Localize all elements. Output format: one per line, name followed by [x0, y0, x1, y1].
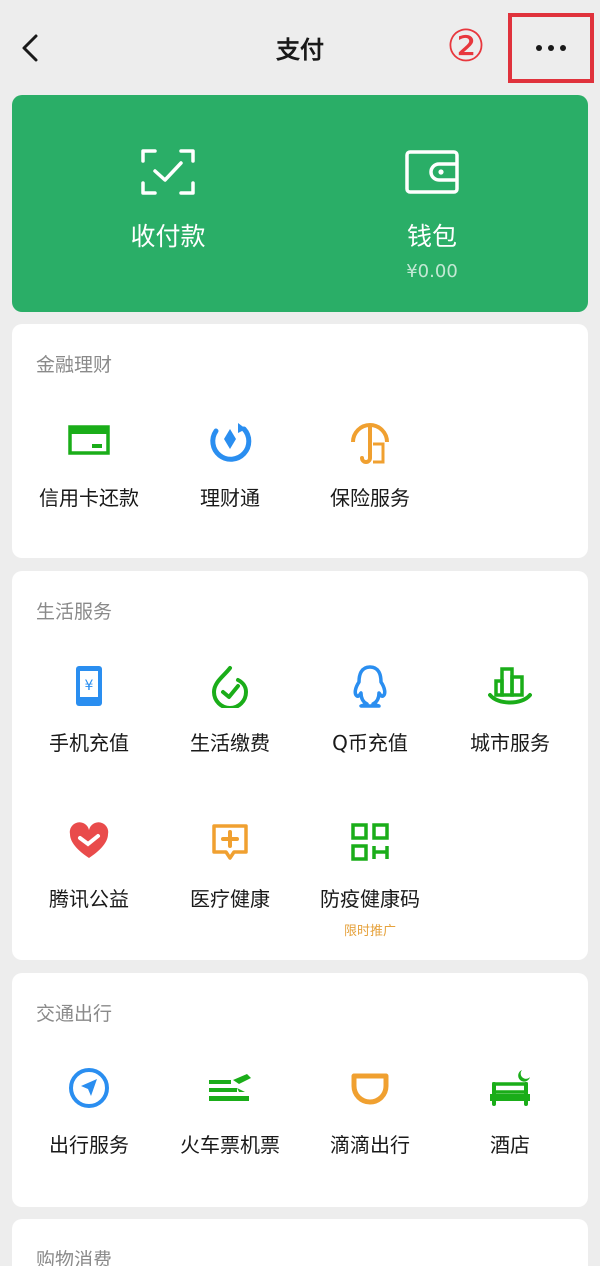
qq-penguin-icon: [353, 665, 387, 708]
pay-card: 收付款 钱包 ¥0.00: [12, 95, 588, 312]
didi-icon: [351, 1073, 389, 1105]
service-wealth[interactable]: 理财通: [160, 416, 300, 511]
charity-heart-icon: [69, 822, 109, 858]
hotel-bed-icon: [490, 1070, 530, 1106]
svg-text:¥: ¥: [85, 678, 94, 694]
step-marker: ②: [446, 21, 486, 72]
service-city-services[interactable]: 城市服务: [440, 661, 580, 756]
section-title: 生活服务: [36, 601, 113, 623]
service-label: Q币充值: [332, 731, 408, 755]
qr-health-code-icon: [351, 823, 389, 861]
utility-payment-icon: [211, 666, 249, 708]
insurance-umbrella-icon: [351, 423, 389, 464]
more-dots-icon: [536, 45, 566, 51]
service-label: 酒店: [490, 1133, 530, 1157]
medical-cross-icon: [212, 824, 248, 860]
scan-frame-check-icon: [141, 149, 195, 195]
service-phone-recharge[interactable]: ¥ 手机充值: [19, 661, 159, 756]
service-didi[interactable]: 滴滴出行: [300, 1063, 440, 1158]
city-buildings-icon: [488, 667, 532, 705]
service-label: 信用卡还款: [39, 486, 139, 510]
receive-payment-button[interactable]: 收付款: [68, 147, 268, 253]
service-label: 手机充值: [49, 731, 129, 755]
receive-payment-label: 收付款: [130, 222, 206, 251]
promo-badge: 限时推广: [343, 924, 396, 939]
wallet-icon: [405, 150, 459, 194]
service-label: 医疗健康: [190, 887, 270, 911]
train-plane-icon: [209, 1074, 251, 1101]
phone-recharge-icon: ¥: [76, 666, 102, 706]
service-health-code[interactable]: 防疫健康码 限时推广: [300, 817, 440, 939]
credit-card-icon: [68, 425, 110, 455]
service-travel[interactable]: 出行服务: [19, 1063, 159, 1158]
section-title: 金融理财: [36, 354, 113, 376]
service-utility-payment[interactable]: 生活缴费: [160, 661, 300, 756]
top-nav-bar: 支付 ②: [0, 0, 600, 94]
service-label: 理财通: [200, 486, 260, 510]
service-label: 城市服务: [470, 731, 550, 755]
section-transport: 交通出行 出行服务 火车票机票 滴滴出行 酒店: [12, 973, 588, 1207]
service-train-flight-tickets[interactable]: 火车票机票: [160, 1063, 300, 1158]
navigation-arrow-icon: [69, 1068, 109, 1108]
wallet-label: 钱包: [406, 222, 457, 251]
more-options-button[interactable]: [508, 13, 594, 83]
wealth-icon: [210, 423, 252, 462]
service-label: 生活缴费: [190, 731, 270, 755]
service-label: 防疫健康码: [320, 887, 420, 911]
section-finance: 金融理财 信用卡还款 理财通 保险服务: [12, 324, 588, 558]
service-label: 出行服务: [49, 1133, 129, 1157]
section-shopping: 购物消费: [12, 1219, 588, 1266]
section-title: 购物消费: [36, 1249, 113, 1266]
wallet-button[interactable]: 钱包 ¥0.00: [332, 147, 532, 282]
section-title: 交通出行: [36, 1003, 113, 1025]
service-q-coin-recharge[interactable]: Q币充值: [300, 661, 440, 756]
service-label: 火车票机票: [180, 1133, 280, 1157]
wallet-balance: ¥0.00: [406, 261, 458, 282]
service-medical-health[interactable]: 医疗健康: [160, 817, 300, 912]
service-credit-card-repay[interactable]: 信用卡还款: [19, 416, 159, 511]
service-label: 滴滴出行: [330, 1133, 410, 1157]
service-insurance[interactable]: 保险服务: [300, 416, 440, 511]
section-life-services: 生活服务 ¥ 手机充值 生活缴费 Q币充值 城市服务 腾讯公益 医疗健康 防疫健…: [12, 571, 588, 960]
service-label: 腾讯公益: [49, 887, 129, 911]
service-tencent-charity[interactable]: 腾讯公益: [19, 817, 159, 912]
service-hotel[interactable]: 酒店: [440, 1063, 580, 1158]
service-label: 保险服务: [330, 486, 410, 510]
